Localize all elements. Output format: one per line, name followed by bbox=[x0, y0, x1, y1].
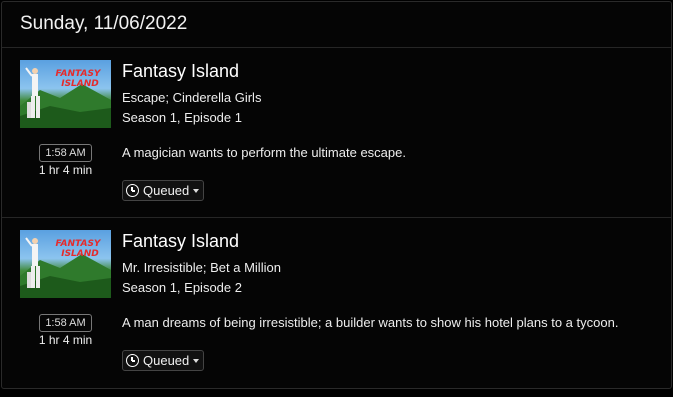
episode-info: Fantasy Island Escape; Cinderella Girls … bbox=[122, 60, 661, 202]
season-episode-label: Season 1, Episode 2 bbox=[122, 280, 242, 295]
queued-status-dropdown[interactable]: Queued bbox=[122, 350, 205, 371]
season-episode-label: Season 1, Episode 1 bbox=[122, 110, 242, 125]
air-time-badge: 1:58 AM bbox=[39, 314, 92, 332]
show-title[interactable]: Fantasy Island bbox=[122, 231, 661, 256]
episode-row: FANTASY ISLAND 1:58 AM 1 hr 4 min Fantas… bbox=[2, 48, 671, 218]
duration-label: 1 hr 4 min bbox=[38, 163, 93, 177]
chevron-down-icon bbox=[193, 358, 200, 363]
thumbnail-logo-text: FANTASY bbox=[56, 69, 102, 79]
show-thumbnail[interactable]: FANTASY ISLAND bbox=[20, 60, 111, 128]
recordings-panel: Sunday, 11/06/2022 FANTASY ISLAND 1:58 A… bbox=[1, 1, 672, 389]
episode-info: Fantasy Island Mr. Irresistible; Bet a M… bbox=[122, 230, 661, 372]
time-column: 1:58 AM 1 hr 4 min bbox=[20, 313, 111, 347]
thumbnail-logo-text: FANTASY bbox=[56, 239, 102, 249]
queued-status-dropdown[interactable]: Queued bbox=[122, 180, 205, 201]
show-thumbnail[interactable]: FANTASY ISLAND bbox=[20, 230, 111, 298]
status-label: Queued bbox=[143, 183, 190, 198]
clock-icon bbox=[126, 184, 139, 197]
chevron-down-icon bbox=[193, 188, 200, 193]
episode-title: Mr. Irresistible; Bet a Million bbox=[122, 260, 281, 275]
duration-label: 1 hr 4 min bbox=[38, 333, 93, 347]
svg-text:ISLAND: ISLAND bbox=[61, 249, 99, 259]
episode-description: A man dreams of being irresistible; a bu… bbox=[122, 315, 619, 330]
status-label: Queued bbox=[143, 353, 190, 368]
date-header: Sunday, 11/06/2022 bbox=[2, 2, 671, 48]
time-column: 1:58 AM 1 hr 4 min bbox=[20, 143, 111, 177]
show-title[interactable]: Fantasy Island bbox=[122, 61, 661, 86]
episode-description: A magician wants to perform the ultimate… bbox=[122, 145, 406, 160]
svg-text:ISLAND: ISLAND bbox=[61, 79, 99, 89]
clock-icon bbox=[126, 354, 139, 367]
air-time-badge: 1:58 AM bbox=[39, 144, 92, 162]
episode-row: FANTASY ISLAND 1:58 AM 1 hr 4 min Fantas… bbox=[2, 218, 671, 388]
episode-title: Escape; Cinderella Girls bbox=[122, 90, 262, 105]
